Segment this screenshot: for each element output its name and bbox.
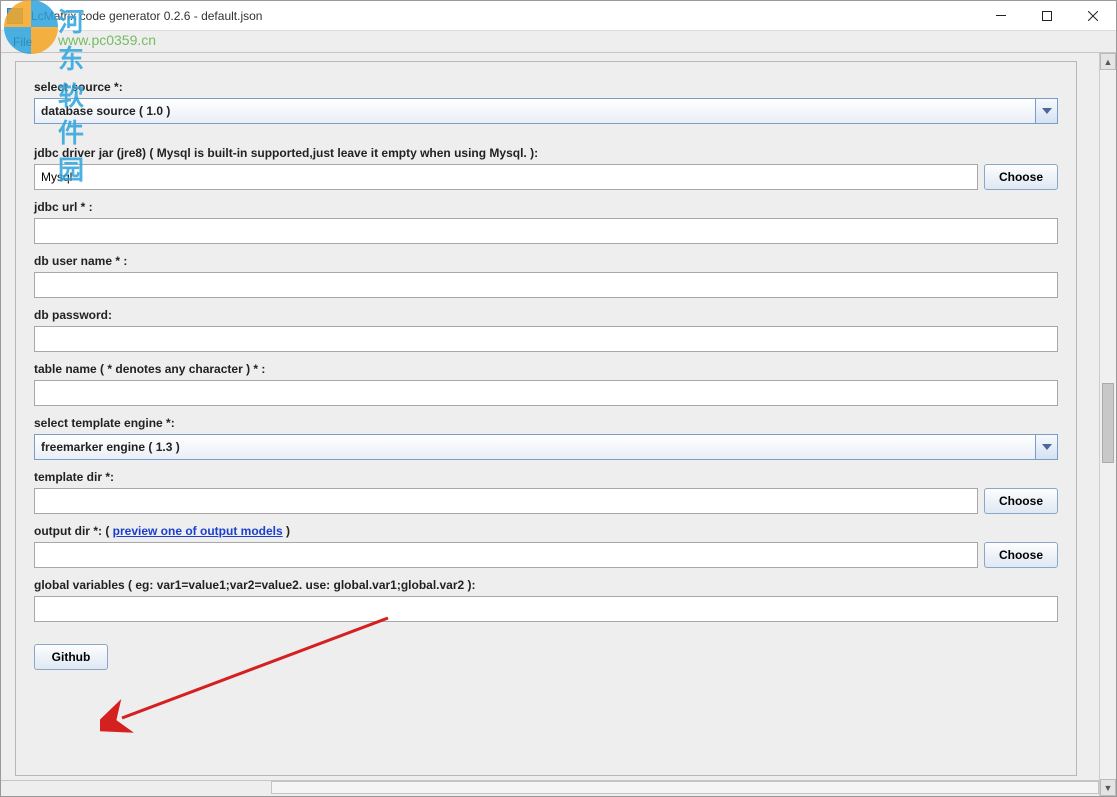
close-icon [1088,11,1098,21]
label-db-password: db password: [34,308,1058,322]
source-combobox-arrow[interactable] [1035,99,1057,123]
minimize-icon [996,15,1006,16]
source-combobox[interactable]: database source ( 1.0 ) [34,98,1058,124]
label-select-source: select source *: [34,80,1058,94]
scroll-viewport: select source *: database source ( 1.0 )… [1,53,1099,796]
maximize-icon [1042,11,1052,21]
scroll-down-arrow[interactable]: ▼ [1100,779,1116,796]
close-button[interactable] [1070,1,1116,30]
label-global-vars: global variables ( eg: var1=value1;var2=… [34,578,1058,592]
table-name-input[interactable] [34,380,1058,406]
template-dir-input[interactable] [34,488,978,514]
app-window: LcMatrix code generator 0.2.6 - default.… [0,0,1117,797]
horizontal-scroll-track[interactable] [271,781,1099,794]
label-template-dir: template dir *: [34,470,1058,484]
db-user-input[interactable] [34,272,1058,298]
window-controls [978,1,1116,30]
form-panel: select source *: database source ( 1.0 )… [15,61,1077,776]
preview-models-link[interactable]: preview one of output models [113,524,283,538]
label-output-dir-text: output dir *: ( [34,524,113,538]
bottom-status-bar [1,780,1099,796]
scroll-up-arrow[interactable]: ▲ [1100,53,1116,70]
content-area: select source *: database source ( 1.0 )… [1,53,1116,796]
choose-template-dir-button[interactable]: Choose [984,488,1058,514]
window-title: LcMatrix code generator 0.2.6 - default.… [29,9,978,23]
minimize-button[interactable] [978,1,1024,30]
vertical-scrollbar[interactable]: ▲ ▼ [1099,53,1116,796]
label-jdbc-url: jdbc url * : [34,200,1058,214]
engine-combobox[interactable]: freemarker engine ( 1.3 ) [34,434,1058,460]
menubar: File [1,31,1116,53]
label-jdbc-driver: jdbc driver jar (jre8) ( Mysql is built-… [34,146,1058,160]
jdbc-url-input[interactable] [34,218,1058,244]
source-combobox-value: database source ( 1.0 ) [35,99,1035,123]
chevron-down-icon [1042,108,1052,114]
label-table-name: table name ( * denotes any character ) *… [34,362,1058,376]
label-db-user: db user name * : [34,254,1058,268]
engine-combobox-value: freemarker engine ( 1.3 ) [35,435,1035,459]
github-button[interactable]: Github [34,644,108,670]
label-output-dir: output dir *: ( preview one of output mo… [34,524,1058,538]
app-icon [7,8,23,24]
maximize-button[interactable] [1024,1,1070,30]
label-output-dir-end: ) [283,524,290,538]
global-vars-input[interactable] [34,596,1058,622]
label-select-engine: select template engine *: [34,416,1058,430]
choose-output-dir-button[interactable]: Choose [984,542,1058,568]
db-password-input[interactable] [34,326,1058,352]
jdbc-driver-input[interactable] [34,164,978,190]
chevron-down-icon [1042,444,1052,450]
titlebar: LcMatrix code generator 0.2.6 - default.… [1,1,1116,31]
choose-jdbc-driver-button[interactable]: Choose [984,164,1058,190]
output-dir-input[interactable] [34,542,978,568]
scroll-thumb[interactable] [1102,383,1114,463]
menu-file[interactable]: File [5,33,40,51]
engine-combobox-arrow[interactable] [1035,435,1057,459]
